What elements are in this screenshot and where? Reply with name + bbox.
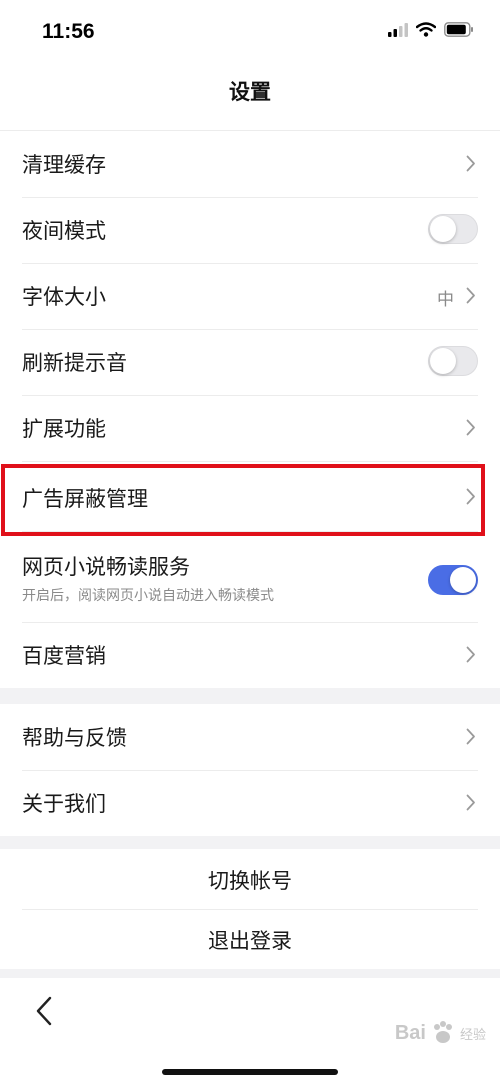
battery-icon [444,22,473,37]
page-title: 设置 [229,80,271,104]
watermark-brand: Bai [394,1021,426,1044]
novel-reader-toggle[interactable] [428,565,478,595]
watermark-sub: 经验 [459,1027,486,1043]
logout-label: 退出登录 [208,929,292,953]
chevron-right-icon [466,488,475,505]
wifi-icon [416,22,436,37]
switch-account-label: 切换帐号 [208,869,292,893]
settings-item-extensions[interactable]: 扩展功能 [0,395,500,461]
night-mode-toggle[interactable] [428,214,478,244]
settings-item-clear-cache[interactable]: 清理缓存 [0,131,500,197]
settings-item-baidu-marketing[interactable]: 百度营销 [0,622,500,688]
chevron-right-icon [466,794,475,811]
watermark: Bai 经验 [395,1020,486,1046]
font-size-value: 中 [437,290,454,310]
logout-button[interactable]: 退出登录 [0,909,500,969]
toggle-knob [450,567,476,593]
settings-item-label: 广告屏蔽管理 [22,487,148,511]
status-time: 11:56 [42,20,95,43]
settings-item-label: 清理缓存 [22,153,106,177]
settings-item-label: 夜间模式 [22,219,106,243]
chevron-right-icon [466,419,475,436]
signal-icon [388,22,408,37]
nav-bar: 设置 [0,62,500,131]
status-bar: 11:56 [0,0,500,62]
chevron-right-icon [466,155,475,172]
settings-item-label: 帮助与反馈 [22,726,127,750]
settings-item-label: 网页小说畅读服务 [22,555,190,579]
settings-item-help-feedback[interactable]: 帮助与反馈 [0,704,500,770]
settings-item-ad-block[interactable]: 广告屏蔽管理 [0,461,500,531]
toggle-knob [430,348,456,374]
settings-group-support: 帮助与反馈 关于我们 [0,704,500,836]
settings-item-about-us[interactable]: 关于我们 [0,770,500,836]
home-indicator [162,1069,338,1075]
settings-item-label: 百度营销 [22,644,106,668]
settings-item-label: 字体大小 [22,285,106,309]
chevron-right-icon [466,728,475,745]
back-arrow-icon[interactable] [30,994,60,1028]
settings-item-label: 刷新提示音 [22,351,127,375]
settings-group-main: 清理缓存 夜间模式 字体大小 中 刷新提示音 扩展功能 广告屏蔽管理 网页小说畅… [0,131,500,688]
settings-item-refresh-sound: 刷新提示音 [0,329,500,395]
baidu-paw-icon [433,1021,452,1043]
settings-item-label: 关于我们 [22,792,106,816]
refresh-sound-toggle[interactable] [428,346,478,376]
settings-item-font-size[interactable]: 字体大小 中 [0,263,500,329]
settings-item-novel-reader: 网页小说畅读服务 开启后，阅读网页小说自动进入畅读模式 [0,531,500,622]
settings-item-description: 开启后，阅读网页小说自动进入畅读模式 [22,588,274,604]
toggle-knob [430,216,456,242]
settings-item-night-mode: 夜间模式 [0,197,500,263]
chevron-right-icon [466,287,475,304]
account-group: 切换帐号 退出登录 [0,849,500,969]
settings-item-label: 扩展功能 [22,417,106,441]
chevron-right-icon [466,646,475,663]
switch-account-button[interactable]: 切换帐号 [0,849,500,909]
status-icons [388,22,474,37]
